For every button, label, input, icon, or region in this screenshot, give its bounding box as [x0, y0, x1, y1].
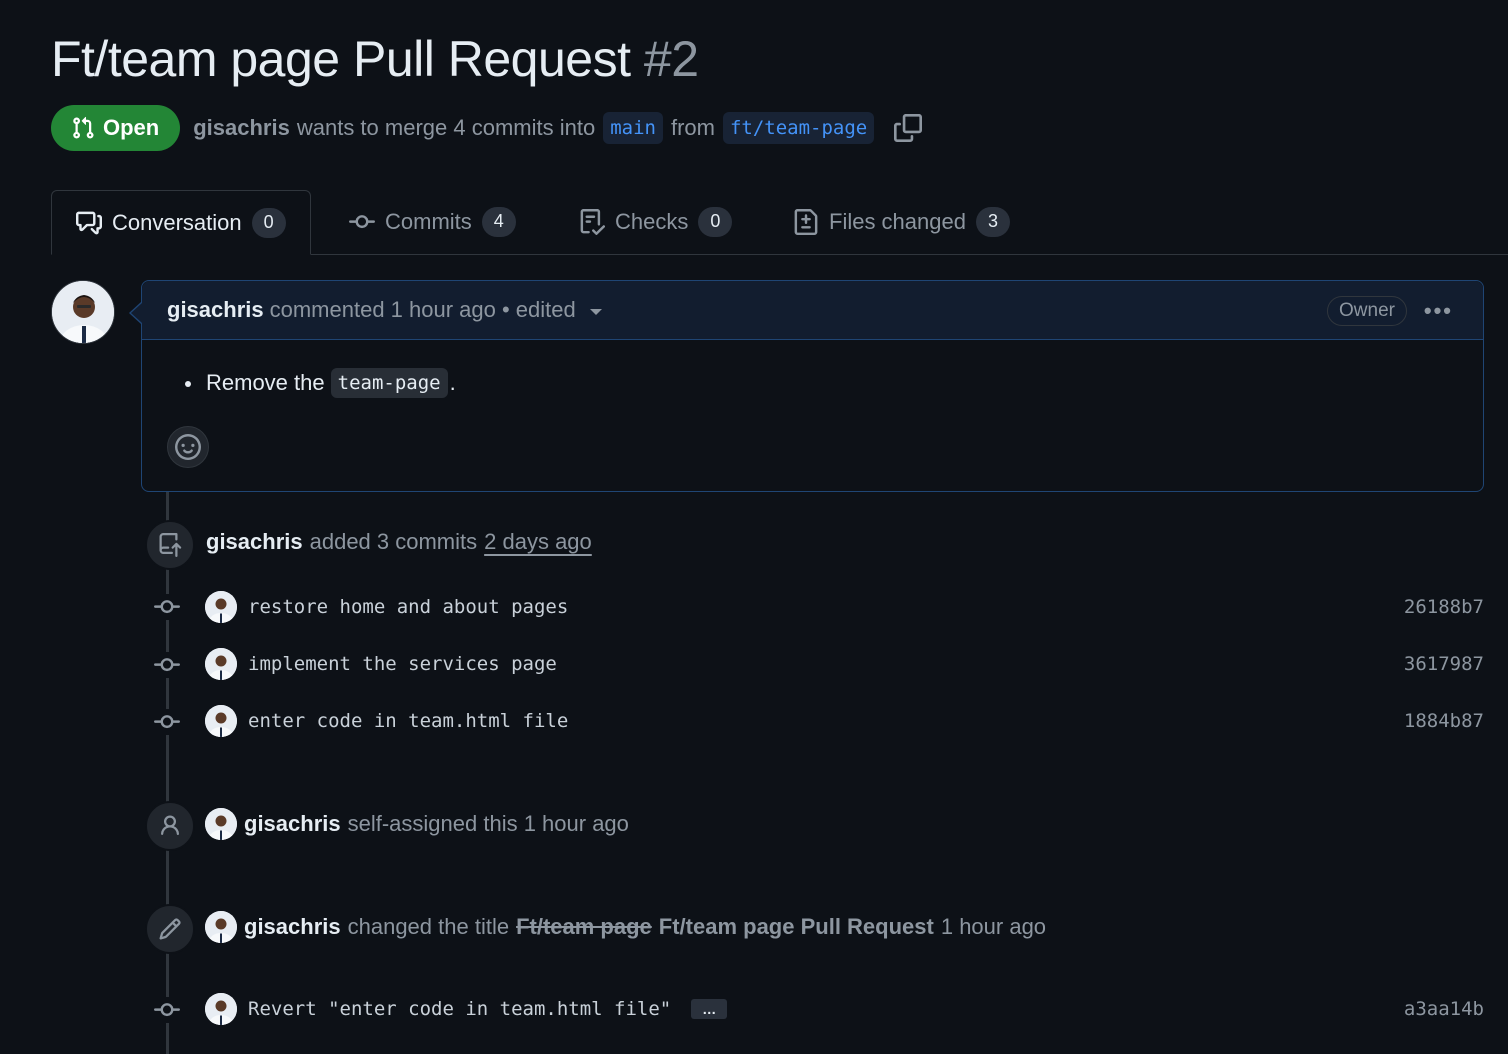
base-branch[interactable]: main: [603, 112, 663, 144]
file-diff-icon: [794, 208, 818, 235]
avatar[interactable]: [205, 911, 237, 943]
expand-commit-button[interactable]: …: [691, 999, 728, 1019]
list-bullet: [185, 381, 191, 387]
copy-icon[interactable]: [894, 114, 923, 142]
commit-sha[interactable]: 3617987: [1404, 653, 1484, 675]
checklist-icon: [580, 208, 605, 235]
event-text: added 3 commits: [309, 529, 478, 554]
pr-state-row: Open gisachris wants to merge 4 commits …: [51, 105, 923, 151]
event-author[interactable]: gisachris: [244, 811, 341, 837]
comment-header: gisachris commented 1 hour ago • edited …: [142, 281, 1483, 340]
pr-title: Ft/team page Pull Request: [51, 31, 631, 87]
commit-sha[interactable]: 26188b7: [1404, 596, 1484, 618]
pr-number: #2: [643, 31, 699, 87]
commit-message[interactable]: Revert "enter code in team.html file": [248, 998, 671, 1020]
status-badge: Open: [51, 105, 181, 151]
tab-conversation[interactable]: Conversation 0: [51, 190, 311, 255]
merge-text: wants to merge 4 commits into: [296, 115, 596, 140]
tab-counter: 4: [481, 206, 516, 237]
add-reaction-button[interactable]: [167, 426, 209, 468]
head-branch[interactable]: ft/team-page: [722, 112, 875, 144]
avatar[interactable]: [205, 648, 237, 680]
smiley-icon: [175, 434, 201, 460]
comment-body: Remove the team-page .: [142, 340, 1483, 398]
avatar[interactable]: [51, 280, 115, 344]
git-commit-icon: [154, 709, 180, 735]
timeline-line: [166, 492, 169, 1054]
person-icon: [161, 815, 179, 836]
old-title: Ft/team page: [516, 914, 652, 939]
commit-row: enter code in team.html file 1884b87: [205, 704, 1484, 738]
commit-row: Revert "enter code in team.html file" … …: [205, 992, 1484, 1026]
event-time[interactable]: 2 days ago: [484, 529, 592, 555]
event-time[interactable]: 1 hour ago: [941, 914, 1046, 940]
event-author[interactable]: gisachris: [206, 529, 303, 555]
comment-author[interactable]: gisachris: [167, 297, 264, 323]
merge-summary: gisachris wants to merge 4 commits into …: [193, 112, 923, 144]
pr-tabs: Conversation 0 Commits 4 Checks 0 Files …: [51, 190, 1508, 255]
comment-pointer-fill: [131, 303, 142, 323]
tab-files-changed[interactable]: Files changed 3: [793, 190, 1010, 253]
git-commit-icon: [154, 997, 180, 1023]
inline-code: team-page: [330, 368, 448, 398]
event-text: self-assigned this 1 hour ago: [347, 811, 629, 836]
list-item: Remove the team-page .: [184, 368, 1483, 398]
repo-push-icon: [159, 533, 182, 557]
avatar-image: [52, 281, 114, 343]
git-commit-icon: [349, 214, 375, 228]
tab-label: Checks: [615, 208, 689, 234]
tab-label: Commits: [385, 208, 472, 234]
added-commits-event: gisachris added 3 commits 2 days ago: [206, 527, 592, 557]
timeline-badge: [145, 520, 195, 570]
avatar[interactable]: [205, 591, 237, 623]
comment-discussion-icon: [76, 211, 102, 234]
status-label: Open: [103, 115, 160, 140]
tab-checks[interactable]: Checks 0: [579, 190, 733, 253]
page-title: Ft/team page Pull Request #2: [51, 30, 699, 88]
comment-text-suffix: .: [449, 370, 456, 395]
comment-meta[interactable]: commented 1 hour ago • edited: [270, 297, 576, 323]
assigned-event: gisachris self-assigned this 1 hour ago: [205, 807, 629, 841]
git-commit-icon: [154, 652, 180, 678]
owner-badge: Owner: [1327, 296, 1407, 326]
avatar[interactable]: [205, 705, 237, 737]
timeline-badge: [145, 801, 195, 851]
chevron-down-icon[interactable]: [589, 309, 602, 315]
tab-counter: 0: [251, 207, 286, 238]
commit-sha[interactable]: a3aa14b: [1404, 998, 1484, 1020]
author-link[interactable]: gisachris: [193, 115, 290, 141]
commit-message[interactable]: restore home and about pages: [248, 596, 568, 618]
git-commit-icon: [154, 594, 180, 620]
avatar[interactable]: [205, 808, 237, 840]
commit-row: implement the services page 3617987: [205, 647, 1484, 681]
tab-counter: 3: [975, 206, 1010, 237]
tab-label: Files changed: [829, 208, 966, 234]
title-changed-event: gisachris changed the title Ft/team page…: [205, 910, 1046, 944]
tab-counter: 0: [698, 206, 733, 237]
new-title: Ft/team page Pull Request: [658, 914, 934, 939]
commit-message[interactable]: implement the services page: [248, 653, 557, 675]
commit-sha[interactable]: 1884b87: [1404, 710, 1484, 732]
event-text: changed the title: [347, 914, 510, 939]
git-pull-request-icon: [73, 116, 94, 139]
tab-commits[interactable]: Commits 4: [349, 190, 516, 253]
pencil-icon: [159, 918, 181, 940]
commit-row: restore home and about pages 26188b7: [205, 590, 1484, 624]
avatar[interactable]: [205, 993, 237, 1025]
commit-message[interactable]: enter code in team.html file: [248, 710, 568, 732]
from-text: from: [670, 115, 715, 140]
comment-card: gisachris commented 1 hour ago • edited …: [129, 280, 1484, 492]
comment-text: Remove the: [206, 370, 325, 395]
tab-label: Conversation: [112, 209, 242, 235]
kebab-horizontal-icon[interactable]: •••: [1424, 298, 1453, 324]
timeline-badge: [145, 904, 195, 954]
event-author[interactable]: gisachris: [244, 914, 341, 940]
